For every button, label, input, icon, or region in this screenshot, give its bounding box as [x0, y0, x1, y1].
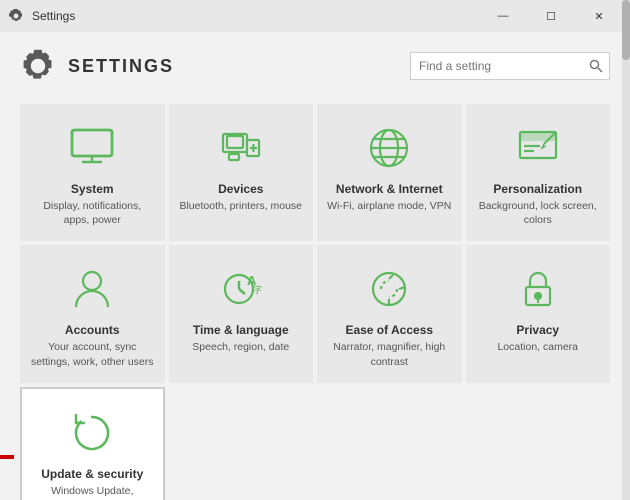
settings-gear-icon — [20, 48, 56, 84]
settings-window: Settings — ☐ ✕ SETTINGS — [0, 0, 630, 500]
privacy-icon — [512, 263, 564, 315]
search-input[interactable] — [411, 57, 582, 75]
system-icon — [66, 122, 118, 174]
close-button[interactable]: ✕ — [576, 0, 622, 32]
update-title: Update & security — [41, 467, 143, 481]
time-icon: A 字 — [215, 263, 267, 315]
title-bar: Settings — ☐ ✕ — [0, 0, 630, 32]
personalization-desc: Background, lock screen, colors — [476, 199, 601, 227]
devices-icon — [215, 122, 267, 174]
main-panel: SETTINGS — [0, 32, 630, 500]
tile-privacy[interactable]: Privacy Location, camera — [466, 245, 611, 382]
devices-desc: Bluetooth, printers, mouse — [179, 199, 302, 213]
search-button[interactable] — [582, 52, 609, 80]
system-desc: Display, notifications, apps, power — [30, 199, 155, 227]
tile-accounts[interactable]: Accounts Your account, sync settings, wo… — [20, 245, 165, 382]
time-title: Time & language — [193, 323, 289, 337]
maximize-button[interactable]: ☐ — [528, 0, 574, 32]
tile-ease[interactable]: Ease of Access Narrator, magnifier, high… — [317, 245, 462, 382]
ease-desc: Narrator, magnifier, high contrast — [327, 340, 452, 368]
title-bar-left: Settings — [8, 8, 75, 24]
search-icon — [589, 59, 603, 73]
content-area: SETTINGS — [0, 32, 630, 500]
time-desc: Speech, region, date — [192, 340, 289, 354]
red-arrow-container — [0, 445, 17, 469]
update-desc: Windows Update, recovery, backup — [32, 484, 153, 500]
tile-network[interactable]: Network & Internet Wi-Fi, airplane mode,… — [317, 104, 462, 241]
personalization-icon — [512, 122, 564, 174]
privacy-desc: Location, camera — [497, 340, 578, 354]
page-title: SETTINGS — [68, 56, 174, 77]
tiles-grid: System Display, notifications, apps, pow… — [0, 94, 630, 500]
window-icon — [8, 8, 24, 24]
tile-devices[interactable]: Devices Bluetooth, printers, mouse — [169, 104, 314, 241]
ease-title: Ease of Access — [345, 323, 433, 337]
red-arrow-icon — [0, 445, 17, 469]
ease-icon — [363, 263, 415, 315]
tile-update[interactable]: Update & security Windows Update, recove… — [20, 387, 165, 500]
network-desc: Wi-Fi, airplane mode, VPN — [327, 199, 451, 213]
page-header: SETTINGS — [0, 32, 630, 94]
window-controls: — ☐ ✕ — [480, 0, 622, 32]
tile-personalization[interactable]: Personalization Background, lock screen,… — [466, 104, 611, 241]
svg-text:字: 字 — [253, 284, 262, 295]
scrollbar[interactable] — [622, 32, 630, 500]
accounts-icon — [66, 263, 118, 315]
minimize-button[interactable]: — — [480, 0, 526, 32]
update-icon — [66, 407, 118, 459]
system-title: System — [71, 182, 114, 196]
tile-time[interactable]: A 字 Time & language Speech, region, date — [169, 245, 314, 382]
accounts-title: Accounts — [65, 323, 120, 337]
network-title: Network & Internet — [336, 182, 443, 196]
accounts-desc: Your account, sync settings, work, other… — [30, 340, 155, 368]
personalization-title: Personalization — [493, 182, 582, 196]
empty-cell-3 — [466, 387, 611, 500]
devices-title: Devices — [218, 182, 263, 196]
network-icon — [363, 122, 415, 174]
window-title: Settings — [32, 9, 75, 23]
empty-cell-2 — [317, 387, 462, 500]
privacy-title: Privacy — [516, 323, 559, 337]
empty-cell-1 — [169, 387, 314, 500]
tile-system[interactable]: System Display, notifications, apps, pow… — [20, 104, 165, 241]
scrollbar-thumb[interactable] — [622, 32, 630, 60]
search-box — [410, 52, 610, 80]
